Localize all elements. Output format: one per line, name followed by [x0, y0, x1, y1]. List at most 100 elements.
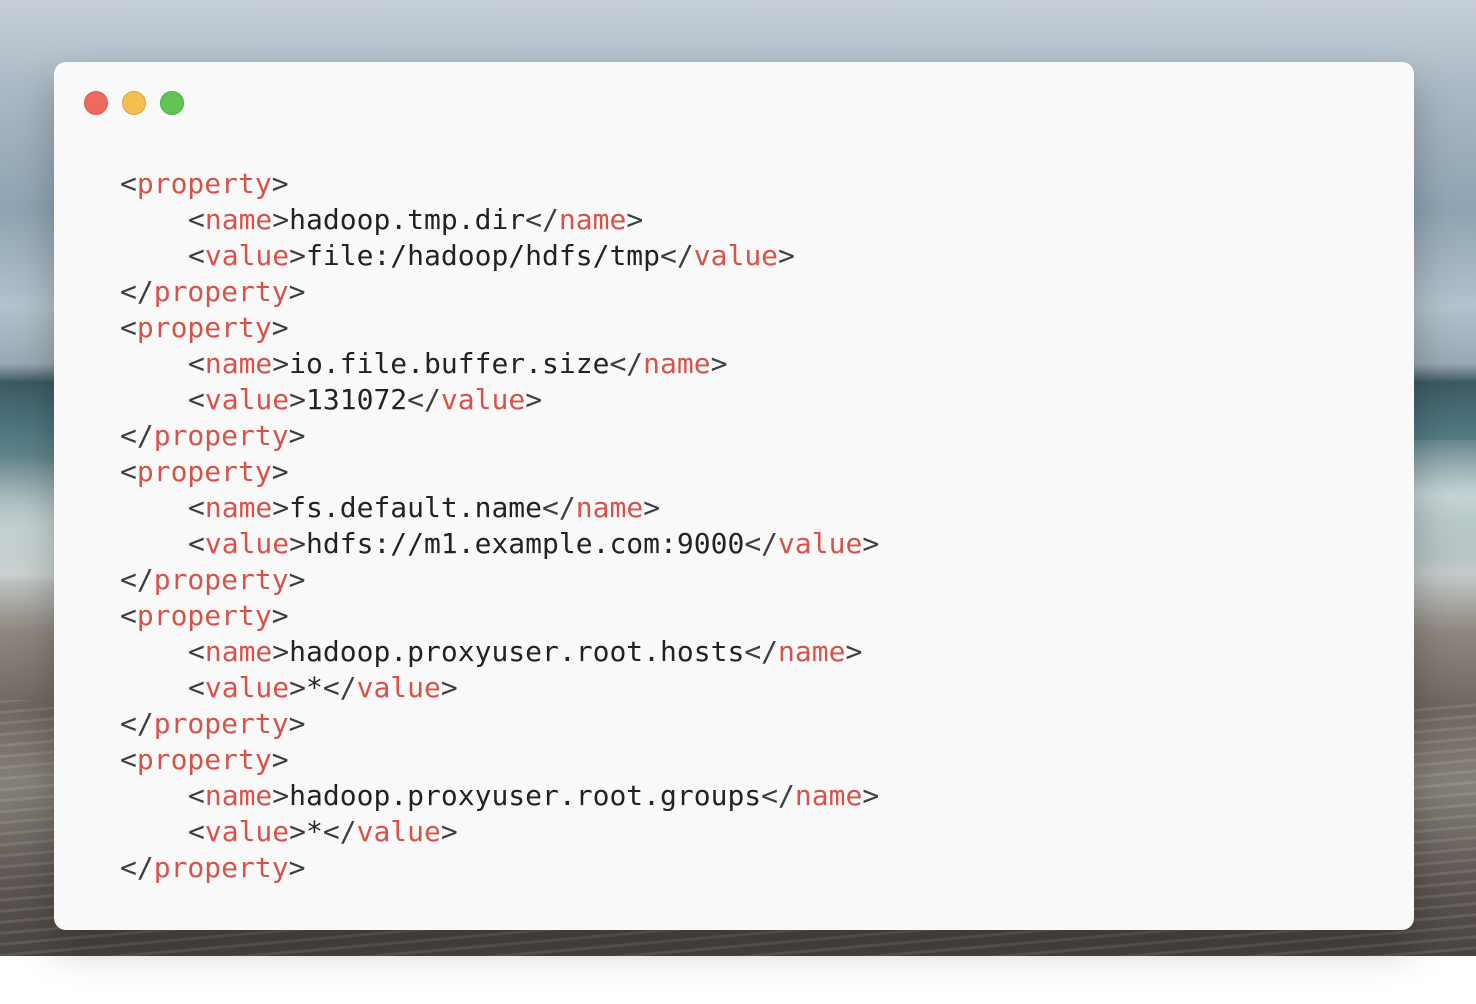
code-tag-value: value: [778, 527, 863, 560]
minimize-button[interactable]: [122, 91, 146, 115]
code-tag-value: value: [440, 383, 526, 416]
code-line: <property>: [120, 598, 879, 634]
code-tag-value: value: [204, 383, 290, 416]
code-punctuation: >: [845, 635, 863, 668]
code-punctuation: >: [288, 563, 306, 596]
code-line: </property>: [120, 418, 879, 454]
code-punctuation: </: [120, 563, 154, 596]
code-punctuation: >: [525, 383, 543, 416]
code-line: <name>hadoop.proxyuser.root.groups</name…: [120, 778, 879, 814]
code-line: <value>file:/hadoop/hdfs/tmp</value>: [120, 238, 879, 274]
code-punctuation: >: [710, 347, 728, 380]
code-line: <property>: [120, 454, 879, 490]
code-punctuation: >: [271, 455, 289, 488]
code-tag-property: property: [136, 311, 272, 344]
code-tag-value: value: [356, 671, 441, 704]
code-punctuation: >: [626, 203, 644, 236]
code-window: <property> <name>hadoop.tmp.dir</name> <va…: [54, 62, 1414, 930]
code-punctuation: >: [440, 815, 458, 848]
code-tag-value: value: [356, 815, 441, 848]
property-name: hadoop.tmp.dir: [289, 203, 526, 236]
code-tag-name: name: [643, 347, 711, 380]
code-tag-property: property: [136, 599, 272, 632]
code-tag-property: property: [153, 419, 289, 452]
property-name: hadoop.proxyuser.root.groups: [289, 779, 762, 812]
code-punctuation: </: [120, 275, 154, 308]
zoom-button[interactable]: [160, 91, 184, 115]
property-name: io.file.buffer.size: [289, 347, 610, 380]
code-tag-value: value: [204, 527, 290, 560]
code-punctuation: >: [289, 239, 307, 272]
code-punctuation: </: [525, 203, 559, 236]
code-punctuation: </: [120, 419, 154, 452]
code-punctuation: </: [609, 347, 644, 380]
code-punctuation: >: [778, 239, 795, 272]
code-punctuation: >: [272, 491, 290, 524]
property-value: 131072: [306, 383, 408, 416]
code-tag-property: property: [136, 455, 272, 488]
code-line: <value>*</value>: [120, 670, 879, 706]
code-punctuation: </: [660, 239, 694, 272]
property-value: *: [306, 815, 323, 848]
code-punctuation: >: [440, 671, 458, 704]
code-tag-value: value: [693, 239, 779, 272]
code-punctuation: >: [862, 779, 880, 812]
code-punctuation: <: [188, 203, 205, 236]
code-punctuation: >: [643, 491, 661, 524]
code-punctuation: >: [272, 347, 290, 380]
code-punctuation: >: [289, 383, 307, 416]
code-tag-property: property: [136, 167, 272, 200]
code-line: <name>hadoop.proxyuser.root.hosts</name>: [120, 634, 879, 670]
code-punctuation: <: [188, 779, 205, 812]
code-line: </property>: [120, 706, 879, 742]
code-punctuation: </: [407, 383, 441, 416]
code-line: <value>*</value>: [120, 814, 879, 850]
code-punctuation: >: [288, 419, 306, 452]
code-punctuation: <: [188, 671, 205, 704]
code-tag-name: name: [575, 491, 644, 524]
code-punctuation: </: [542, 491, 576, 524]
code-tag-name: name: [204, 347, 273, 380]
code-punctuation: >: [271, 167, 289, 200]
code-tag-value: value: [204, 671, 290, 704]
code-punctuation: >: [271, 743, 289, 776]
code-punctuation: <: [188, 383, 205, 416]
code-punctuation: </: [322, 815, 357, 848]
code-line: <property>: [120, 742, 879, 778]
code-line: <property>: [120, 310, 879, 346]
code-punctuation: <: [188, 635, 205, 668]
code-punctuation: <: [120, 743, 137, 776]
code-tag-property: property: [136, 743, 272, 776]
property-value: hdfs://m1.example.com:9000: [306, 527, 745, 560]
code-punctuation: <: [188, 527, 205, 560]
code-line: <value>hdfs://m1.example.com:9000</value…: [120, 526, 879, 562]
code-punctuation: >: [271, 311, 289, 344]
code-punctuation: </: [744, 635, 779, 668]
code-punctuation: <: [188, 347, 205, 380]
code-tag-value: value: [204, 815, 290, 848]
code-line: <value>131072</value>: [120, 382, 879, 418]
code-line: </property>: [120, 562, 879, 598]
property-value: file:/hadoop/hdfs/tmp: [306, 239, 661, 272]
code-line: </property>: [120, 850, 879, 886]
property-value: *: [306, 671, 323, 704]
code-tag-property: property: [153, 851, 289, 884]
code-line: <name>io.file.buffer.size</name>: [120, 346, 879, 382]
code-punctuation: </: [761, 779, 795, 812]
code-tag-value: value: [204, 239, 290, 272]
code-punctuation: <: [120, 455, 137, 488]
code-punctuation: </: [322, 671, 357, 704]
code-tag-property: property: [153, 275, 289, 308]
code-line: <property>: [120, 166, 879, 202]
code-tag-name: name: [204, 635, 273, 668]
close-button[interactable]: [84, 91, 108, 115]
code-punctuation: >: [272, 635, 290, 668]
code-line: <name>hadoop.tmp.dir</name>: [120, 202, 879, 238]
code-tag-property: property: [153, 707, 289, 740]
code-punctuation: >: [272, 779, 290, 812]
code-punctuation: <: [188, 815, 205, 848]
code-punctuation: <: [120, 599, 137, 632]
code-line: </property>: [120, 274, 879, 310]
code-punctuation: >: [271, 599, 289, 632]
code-punctuation: >: [288, 707, 306, 740]
